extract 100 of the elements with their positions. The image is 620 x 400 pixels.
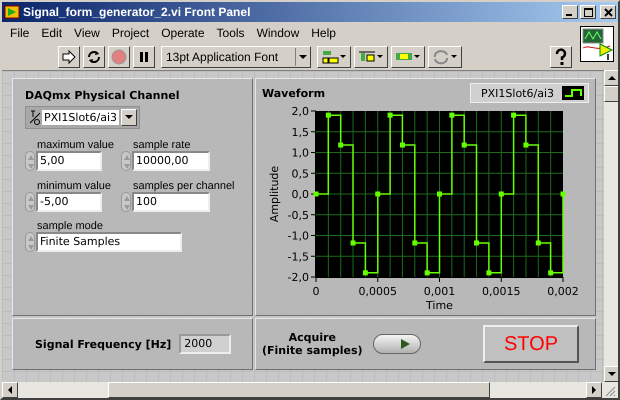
font-dropdown[interactable]: 13pt Application Font xyxy=(161,46,311,68)
numeric-field[interactable]: 5,00 xyxy=(36,151,102,171)
vi-icon xyxy=(580,26,614,62)
scroll-thumb[interactable] xyxy=(604,86,618,102)
point xyxy=(412,240,418,246)
question-mark-icon xyxy=(553,48,569,66)
tick-label: 1,0 xyxy=(292,146,309,160)
point xyxy=(388,112,393,118)
control-label: maximum value xyxy=(36,139,116,151)
cycle-arrows-icon xyxy=(86,49,102,65)
tick-label: 0,0005 xyxy=(358,285,397,298)
point xyxy=(326,112,331,118)
point xyxy=(536,240,541,246)
acquire-toggle[interactable] xyxy=(372,334,421,354)
scroll-left-button[interactable] xyxy=(2,382,18,398)
close-button[interactable] xyxy=(600,5,616,19)
tick-label: 0 xyxy=(312,285,320,298)
legend-text: PXI1Slot6/ai3 xyxy=(481,86,554,100)
frequency-indicator: 2000 xyxy=(179,334,232,354)
control-label: sample rate xyxy=(132,139,192,151)
abort-button[interactable] xyxy=(108,46,130,68)
scroll-up-button[interactable] xyxy=(604,70,618,86)
help-button[interactable] xyxy=(550,46,572,68)
pause-button[interactable] xyxy=(133,46,155,68)
right-arrow-icon xyxy=(592,386,596,394)
numeric-field[interactable]: -5,00 xyxy=(36,192,102,212)
point xyxy=(400,142,405,148)
reorder-button[interactable] xyxy=(428,46,462,68)
left-arrow-icon xyxy=(8,386,12,394)
menu-item[interactable]: Project xyxy=(106,26,156,40)
dropdown-arrow-icon xyxy=(299,54,307,60)
control-label: DAQmx Physical Channel xyxy=(25,89,180,102)
minimize-button[interactable] xyxy=(562,5,578,19)
maximize-button[interactable] xyxy=(580,5,596,19)
reorder-icon xyxy=(432,49,458,65)
tick-label: -1,5 xyxy=(288,250,309,264)
tick-label: 0,0015 xyxy=(482,285,520,298)
tick-label: 0,5 xyxy=(292,167,309,180)
menu-item[interactable]: Tools xyxy=(210,26,251,40)
channel-dropdown[interactable]: PXI1Slot6/ai3 xyxy=(25,106,140,129)
point xyxy=(314,192,318,196)
down-arrow-icon xyxy=(608,372,616,376)
close-icon xyxy=(604,8,612,16)
dropdown-arrow-icon xyxy=(125,115,133,120)
control-label: samples per channel xyxy=(132,180,236,192)
point xyxy=(350,240,356,246)
scroll-thumb[interactable] xyxy=(108,382,490,398)
numeric-field[interactable]: 100 xyxy=(132,192,210,212)
stop-sign-icon xyxy=(111,49,127,65)
scroll-down-button[interactable] xyxy=(604,366,618,382)
point xyxy=(362,270,368,276)
control-label: sample mode xyxy=(36,220,104,232)
line-sample-icon xyxy=(562,86,584,100)
scroll-right-button[interactable] xyxy=(586,382,602,398)
tick-label: -1,0 xyxy=(288,230,309,242)
io-icon xyxy=(29,110,41,126)
run-continuously-button[interactable] xyxy=(83,46,105,68)
point xyxy=(548,270,554,276)
maximize-icon xyxy=(584,8,592,16)
tick-label: -0,5 xyxy=(288,208,309,222)
point xyxy=(511,112,516,118)
point xyxy=(560,192,566,196)
graph-title: Waveform xyxy=(262,86,326,100)
window-title: Signal_form_generator_2.vi Front Panel xyxy=(23,5,250,19)
menu-item[interactable]: Window xyxy=(250,26,306,40)
tick-label: 0,0 xyxy=(292,188,309,201)
point xyxy=(424,270,430,276)
menu-item[interactable]: View xyxy=(68,26,106,40)
resize-objects-button[interactable] xyxy=(391,46,425,68)
point xyxy=(449,112,454,118)
sample-mode-field[interactable]: Finite Samples xyxy=(36,232,182,252)
numeric-field[interactable]: 10000,00 xyxy=(132,151,210,171)
tick-label: 0,001 xyxy=(424,285,456,298)
acquire-label: Acquire xyxy=(288,331,336,344)
tick-label: 1,5 xyxy=(292,126,309,139)
distribute-objects-button[interactable] xyxy=(354,46,388,68)
axis-title: Time xyxy=(426,299,453,312)
run-button[interactable] xyxy=(58,46,80,68)
point xyxy=(498,192,504,196)
menu-item[interactable]: File xyxy=(4,26,36,40)
axis-title: Amplitude xyxy=(268,166,281,222)
control-label: Signal Frequency [Hz] xyxy=(35,338,172,350)
resize-grip-icon[interactable] xyxy=(604,385,616,397)
point xyxy=(523,142,528,148)
tick-label: -2,0 xyxy=(288,271,309,284)
acquire-label: (Finite samples) xyxy=(262,344,363,357)
point xyxy=(437,192,442,196)
point xyxy=(338,142,344,148)
menu-item[interactable]: Operate xyxy=(155,26,211,40)
point xyxy=(375,192,380,196)
align-objects-button[interactable] xyxy=(317,46,351,68)
tick-label: 0,002 xyxy=(547,285,579,298)
tick-label: 2,0 xyxy=(292,105,309,118)
align-icon xyxy=(321,49,347,65)
menu-item[interactable]: Help xyxy=(305,26,342,40)
point xyxy=(474,240,480,246)
point xyxy=(462,142,467,148)
control-label: minimum value xyxy=(36,180,112,192)
menu-item[interactable]: Edit xyxy=(35,26,68,40)
point xyxy=(486,270,492,276)
